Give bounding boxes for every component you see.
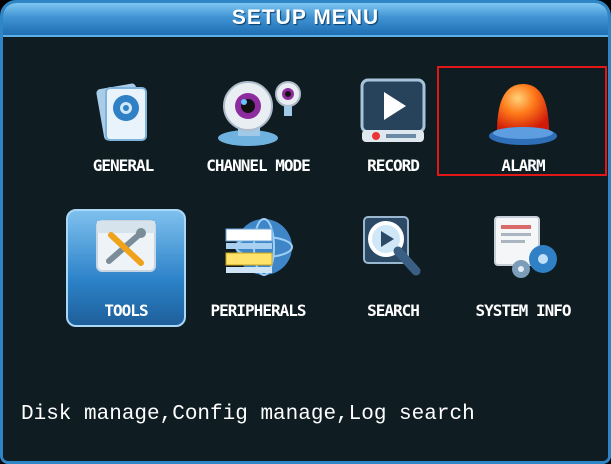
title-bar: SETUP MENU (3, 3, 608, 37)
menu-item-system-info[interactable]: SYSTEM INFO (463, 213, 583, 333)
menu-item-channel-mode[interactable]: CHANNEL MODE (198, 78, 318, 198)
menu-item-general[interactable]: GENERAL (63, 78, 183, 198)
system-info-gears-icon (494, 216, 557, 278)
menu-item-alarm[interactable]: ALARM (463, 78, 583, 198)
record-play-icon (360, 78, 426, 142)
menu-item-label: SYSTEM INFO (475, 301, 572, 320)
menu-item-record[interactable]: RECORD (333, 78, 453, 198)
search-magnifier-icon (363, 216, 421, 276)
peripherals-globe-icon (225, 218, 293, 276)
status-description: Disk manage,Config manage,Log search (21, 403, 475, 426)
menu-item-tools[interactable]: TOOLS (66, 213, 186, 333)
tools-icon (96, 220, 156, 272)
menu-item-peripherals[interactable]: PERIPHERALS (198, 213, 318, 333)
alarm-siren-icon (489, 84, 557, 145)
webcam-icon (218, 81, 301, 146)
window-title: SETUP MENU (231, 6, 380, 29)
menu-item-label: ALARM (501, 156, 545, 175)
setup-menu-window: SETUP MENU GENERAL CHANNEL MODE RECORD A… (0, 0, 611, 464)
menu-item-search[interactable]: SEARCH (333, 213, 453, 333)
general-settings-icon (96, 83, 147, 141)
